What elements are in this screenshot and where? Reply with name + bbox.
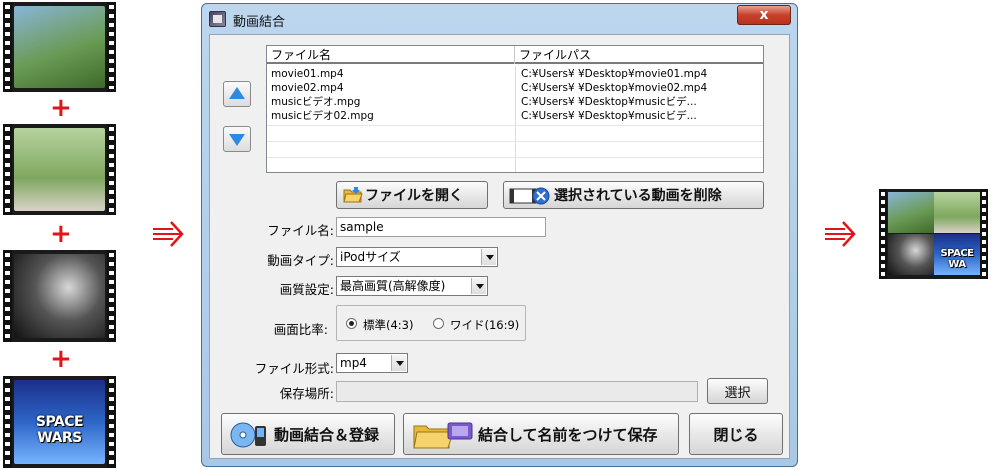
merge-register-button[interactable]: 動画結合＆登録 — [221, 413, 395, 455]
format-label: ファイル形式: — [254, 361, 334, 376]
filename-input[interactable]: sample — [336, 217, 546, 237]
arrow-right-icon — [153, 221, 184, 247]
dancer-thumbnail — [14, 254, 105, 338]
open-file-label: ファイルを開く — [365, 188, 463, 204]
quality-select[interactable]: 最高画質(高解像度) — [336, 276, 488, 296]
film-strip-3 — [3, 250, 116, 342]
row-divider — [267, 125, 763, 126]
title-bar: 動画結合 x — [202, 4, 797, 34]
aspect-label: 画面比率: — [273, 322, 328, 337]
cell-filename: movie02.mp4 — [271, 82, 344, 94]
quality-value: 最高画質(高解像度) — [340, 279, 446, 293]
aspect-standard-radio[interactable] — [346, 318, 357, 329]
delete-selected-label: 選択されている動画を削除 — [554, 188, 722, 204]
space-wars-text: SPACE WARS — [35, 413, 84, 446]
table-row[interactable]: musicビデオ02.mpg C:¥Users¥ ¥Desktop¥musicビ… — [267, 109, 763, 123]
format-select[interactable]: mp4 — [336, 353, 408, 373]
aspect-wide-radio[interactable] — [433, 318, 444, 329]
table-header: ファイル名 ファイルパス — [267, 46, 763, 64]
save-location-input — [336, 381, 698, 402]
aspect-ratio-group: 標準(4:3) ワイド(16:9) — [336, 305, 526, 341]
filename-label: ファイル名: — [267, 223, 334, 238]
chevron-down-icon — [481, 249, 496, 265]
cell-filepath: C:¥Users¥ ¥Desktop¥movie02.mp4 — [521, 82, 708, 94]
cell-filepath: C:¥Users¥ ¥Desktop¥musicビデ... — [521, 96, 697, 108]
video-type-select[interactable]: iPodサイズ — [336, 247, 498, 267]
close-window-button[interactable]: x — [737, 5, 791, 25]
browse-button[interactable]: 選択 — [707, 378, 768, 404]
quality-label: 画質設定: — [279, 282, 334, 297]
folder-open-icon — [343, 187, 363, 203]
video-type-value: iPodサイズ — [340, 250, 401, 264]
column-header-filepath[interactable]: ファイルパス — [515, 46, 763, 64]
guitar-woman-thumbnail — [14, 128, 105, 211]
plus-sign-2: + — [50, 219, 72, 249]
table-row[interactable]: musicビデオ.mpg C:¥Users¥ ¥Desktop¥musicビデ.… — [267, 95, 763, 109]
result-guitar-quad — [934, 192, 980, 233]
merge-save-as-button[interactable]: 結合して名前をつけて保存 — [403, 413, 679, 455]
save-location-label: 保存場所: — [279, 386, 334, 401]
cell-filename: musicビデオ02.mpg — [271, 110, 374, 122]
row-divider — [267, 141, 763, 142]
video-type-label: 動画タイプ: — [267, 253, 334, 268]
cell-filename: movie01.mp4 — [271, 68, 344, 80]
space-wars-thumbnail: SPACE WARS — [14, 380, 105, 464]
chevron-down-icon — [391, 355, 406, 371]
cell-filepath: C:¥Users¥ ¥Desktop¥movie01.mp4 — [521, 68, 708, 80]
file-list-table[interactable]: ファイル名 ファイルパス movie01.mp4 C:¥Users¥ ¥Desk… — [266, 45, 764, 173]
result-dog-quad — [888, 192, 934, 233]
arrow-right-icon-2 — [825, 221, 856, 247]
result-space-quad: SPACE WA — [934, 234, 980, 275]
arrow-up-icon — [229, 87, 245, 99]
move-up-button[interactable] — [223, 81, 251, 107]
plus-sign-1: + — [50, 93, 72, 123]
row-divider — [267, 157, 763, 158]
aspect-standard-label[interactable]: 標準(4:3) — [363, 317, 413, 333]
close-button[interactable]: 閉じる — [689, 413, 783, 455]
arrow-down-icon — [229, 134, 245, 146]
disc-player-icon — [230, 422, 266, 448]
column-header-filename[interactable]: ファイル名 — [267, 46, 515, 64]
film-strip-4: SPACE WARS — [3, 376, 116, 468]
table-row[interactable]: movie02.mp4 C:¥Users¥ ¥Desktop¥movie02.m… — [267, 81, 763, 95]
table-row[interactable]: movie01.mp4 C:¥Users¥ ¥Desktop¥movie01.m… — [267, 67, 763, 81]
merge-register-label: 動画結合＆登録 — [274, 425, 380, 444]
aspect-wide-label[interactable]: ワイド(16:9) — [450, 317, 519, 333]
film-strip-2 — [3, 124, 116, 215]
open-file-button[interactable]: ファイルを開く — [336, 181, 488, 209]
dialog-body: ファイル名 ファイルパス movie01.mp4 C:¥Users¥ ¥Desk… — [209, 34, 790, 459]
delete-selected-button[interactable]: 選択されている動画を削除 — [503, 181, 764, 209]
format-value: mp4 — [340, 356, 367, 370]
cell-filename: musicビデオ.mpg — [271, 96, 361, 108]
folder-save-icon — [413, 422, 473, 449]
result-dancer-quad — [888, 234, 934, 275]
result-space-text: SPACE WA — [940, 248, 974, 270]
film-strip-1 — [3, 2, 116, 92]
cell-filepath: C:¥Users¥ ¥Desktop¥musicビデ... — [521, 110, 697, 122]
plus-sign-3: + — [50, 344, 72, 374]
merge-video-window: 動画結合 x ファイル名 ファイルパス movie01.mp4 C:¥Users… — [201, 3, 798, 467]
close-label: 閉じる — [713, 425, 759, 444]
dog-thumbnail — [14, 6, 105, 88]
chevron-down-icon — [471, 278, 486, 294]
move-down-button[interactable] — [223, 126, 251, 152]
result-film-strip: SPACE WA — [879, 189, 988, 279]
app-icon — [209, 11, 226, 27]
film-delete-icon — [509, 187, 550, 205]
merge-save-as-label: 結合して名前をつけて保存 — [478, 425, 658, 444]
window-title: 動画結合 — [233, 15, 286, 30]
browse-label: 選択 — [724, 385, 751, 401]
